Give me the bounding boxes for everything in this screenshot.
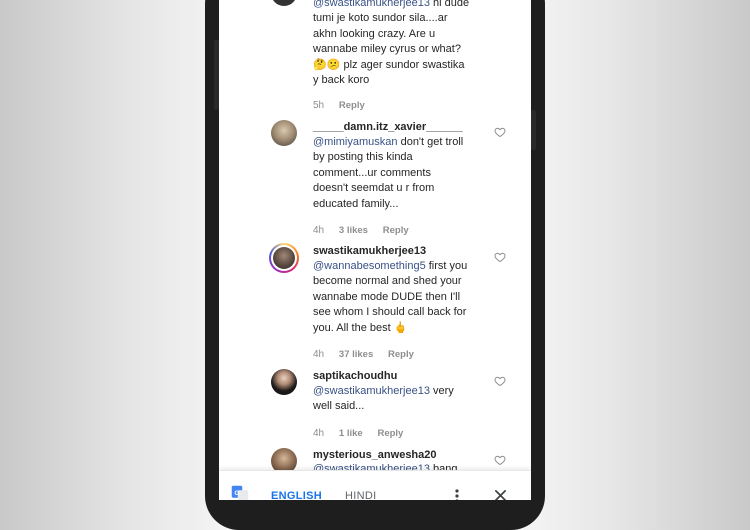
comment-meta: 4h 3 likes Reply — [313, 225, 421, 236]
comment-time: 4h — [313, 349, 325, 360]
likes-count[interactable]: 37 likes — [339, 349, 373, 360]
comment-text: @swastikamukherjee13 hi dude tumi je kot… — [313, 0, 485, 88]
comment-text: @mimiyamuskan don't get troll by posting… — [313, 136, 464, 210]
heart-icon[interactable] — [494, 454, 506, 466]
comment-username[interactable]: saptikachoudhu — [313, 370, 397, 382]
tab-english[interactable]: ENGLISH — [271, 490, 322, 500]
svg-text:G: G — [234, 490, 239, 497]
more-vert-icon[interactable] — [453, 488, 461, 500]
comment-username[interactable]: swastikamukherjee13 — [313, 245, 426, 257]
heart-icon[interactable] — [494, 251, 506, 263]
reply-button[interactable]: Reply — [388, 349, 414, 360]
avatar — [273, 247, 295, 269]
reply-button[interactable]: Reply — [383, 225, 409, 236]
comment-time: 4h — [313, 428, 325, 439]
comment-time: 4h — [313, 225, 325, 236]
mention-link[interactable]: @mimiyamuskan — [313, 136, 398, 148]
comment-username[interactable]: mysterious_anwesha20 — [313, 449, 437, 461]
avatar[interactable] — [271, 369, 297, 395]
heart-icon[interactable] — [494, 375, 506, 387]
mention-link[interactable]: @swastikamukherjee13 — [313, 385, 430, 397]
comment-meta: 4h 1 like Reply — [313, 428, 415, 439]
avatar[interactable] — [271, 120, 297, 146]
reply-button[interactable]: Reply — [339, 100, 365, 111]
comment-username[interactable]: _____damn.itz_xavier______ — [313, 121, 463, 133]
tab-hindi[interactable]: HINDI — [345, 490, 376, 500]
phone-power-button — [531, 110, 536, 150]
google-translate-icon[interactable]: G — [231, 485, 249, 500]
likes-count[interactable]: 1 like — [339, 428, 363, 439]
likes-count[interactable]: 3 likes — [339, 225, 368, 236]
mention-link[interactable]: @wannabesomething5 — [313, 260, 426, 272]
comment-time: 5h — [313, 100, 325, 111]
comment-meta: 4h 37 likes Reply — [313, 349, 426, 360]
avatar[interactable] — [271, 0, 297, 6]
reply-button[interactable]: Reply — [377, 428, 403, 439]
comment-text: @swastikamukherjee13 very well said... — [313, 385, 454, 413]
story-ring-gap — [271, 245, 297, 271]
instagram-comments-screen: @swastikamukherjee13 hi dude tumi je kot… — [219, 0, 531, 500]
story-ring[interactable] — [269, 243, 299, 273]
comment-meta: 5h Reply — [313, 100, 377, 111]
comment-text: @wannabesomething5 first you become norm… — [313, 260, 468, 334]
heart-icon[interactable] — [494, 126, 506, 138]
google-translate-bar: G ENGLISH HINDI — [219, 470, 531, 500]
close-icon[interactable] — [494, 489, 507, 500]
mention-link[interactable]: @swastikamukherjee13 — [313, 0, 430, 9]
